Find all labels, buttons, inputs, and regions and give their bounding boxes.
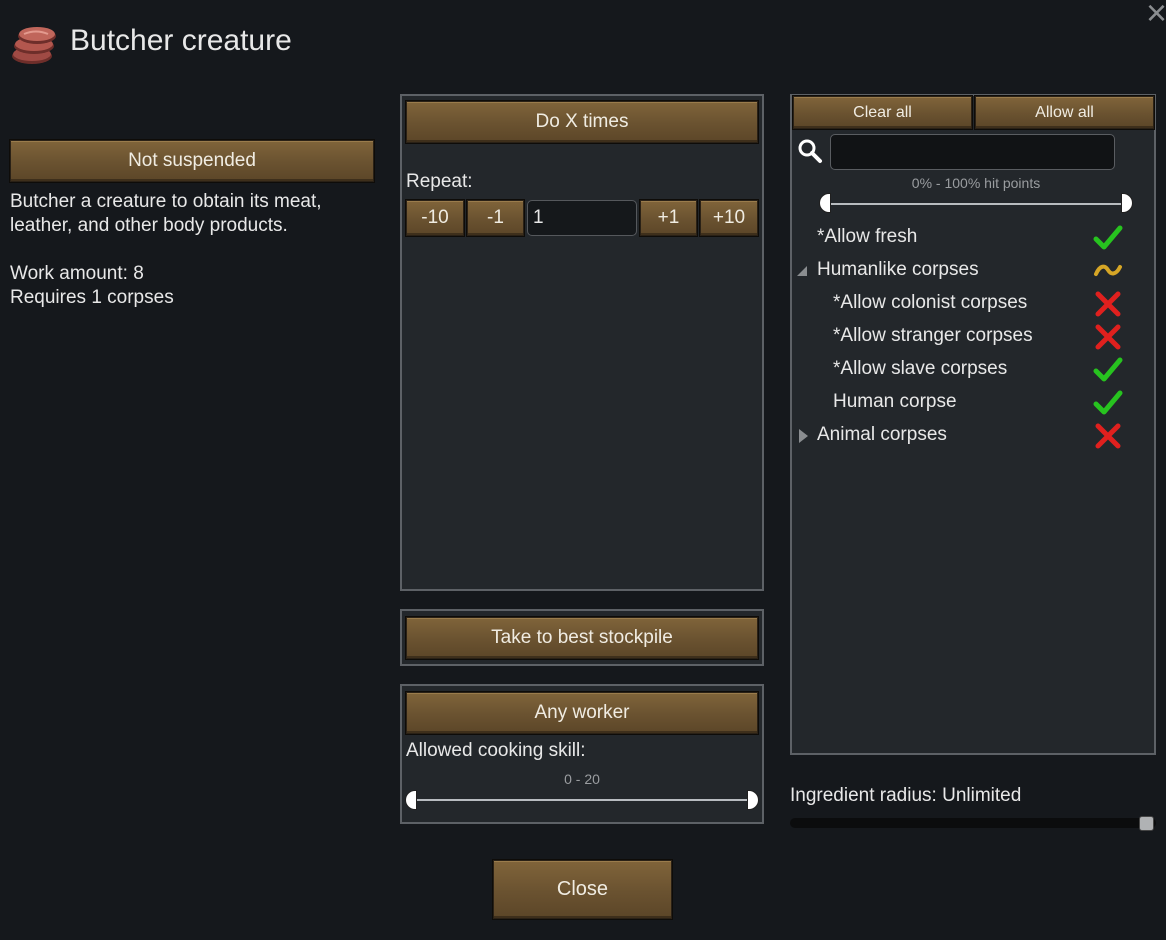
repeat-label: Repeat: xyxy=(406,171,473,192)
check-icon[interactable] xyxy=(1093,355,1123,385)
check-icon[interactable] xyxy=(1093,223,1123,253)
repeat-minus10-button[interactable]: -10 xyxy=(406,200,464,236)
hit-points-range-text: 0% - 100% hit points xyxy=(911,175,1041,191)
ingredient-radius-slider[interactable] xyxy=(790,818,1156,828)
search-icon xyxy=(797,138,823,164)
check-icon[interactable] xyxy=(1093,388,1123,418)
cross-icon[interactable] xyxy=(1093,322,1123,352)
filter-item-slave-corpses: *Allow slave corpses xyxy=(833,358,1008,379)
clear-all-button[interactable]: Clear all xyxy=(793,96,972,129)
recipe-icon xyxy=(10,22,60,66)
filter-item-allow-fresh: *Allow fresh xyxy=(817,226,918,247)
filter-item-humanlike-corpses: Humanlike corpses xyxy=(817,259,979,280)
store-mode-button[interactable]: Take to best stockpile xyxy=(406,617,758,659)
suspend-toggle-button[interactable]: Not suspended xyxy=(10,140,374,182)
cooking-skill-slider[interactable] xyxy=(412,799,754,801)
filter-search-input[interactable] xyxy=(830,134,1115,170)
repeat-minus1-button[interactable]: -1 xyxy=(467,200,524,236)
requires-text: Requires 1 corpses xyxy=(10,287,174,308)
dialog-title: Butcher creature xyxy=(70,24,292,57)
close-button[interactable]: Close xyxy=(493,860,672,919)
repeat-mode-button[interactable]: Do X times xyxy=(406,101,758,143)
repeat-plus1-button[interactable]: +1 xyxy=(640,200,697,236)
repeat-plus10-button[interactable]: +10 xyxy=(700,200,758,236)
filter-item-human-corpse: Human corpse xyxy=(833,391,957,412)
work-amount-text: Work amount: 8 xyxy=(10,263,144,284)
ingredient-radius-handle[interactable] xyxy=(1139,816,1154,831)
partial-tilde-icon[interactable] xyxy=(1093,256,1123,286)
cross-icon[interactable] xyxy=(1093,421,1123,451)
cooking-skill-range-text: 0 - 20 xyxy=(564,771,600,787)
hit-points-slider[interactable] xyxy=(826,203,1126,205)
repeat-count-input[interactable]: 1 xyxy=(527,200,637,236)
cooking-skill-label: Allowed cooking skill: xyxy=(406,740,586,761)
recipe-description-line1: Butcher a creature to obtain its meat, xyxy=(10,191,322,212)
filter-item-colonist-corpses: *Allow colonist corpses xyxy=(833,292,1028,313)
ingredient-radius-label: Ingredient radius: Unlimited xyxy=(790,785,1022,806)
worker-select-button[interactable]: Any worker xyxy=(406,692,758,734)
expand-down-icon[interactable] xyxy=(796,264,808,278)
recipe-description-line2: leather, and other body products. xyxy=(10,215,288,236)
filter-item-stranger-corpses: *Allow stranger corpses xyxy=(833,325,1033,346)
close-x-icon[interactable]: × xyxy=(1146,0,1166,34)
filter-item-animal-corpses: Animal corpses xyxy=(817,424,947,445)
expand-right-icon[interactable] xyxy=(798,428,810,444)
allow-all-button[interactable]: Allow all xyxy=(975,96,1154,129)
repeat-panel xyxy=(400,94,764,591)
cross-icon[interactable] xyxy=(1093,289,1123,319)
